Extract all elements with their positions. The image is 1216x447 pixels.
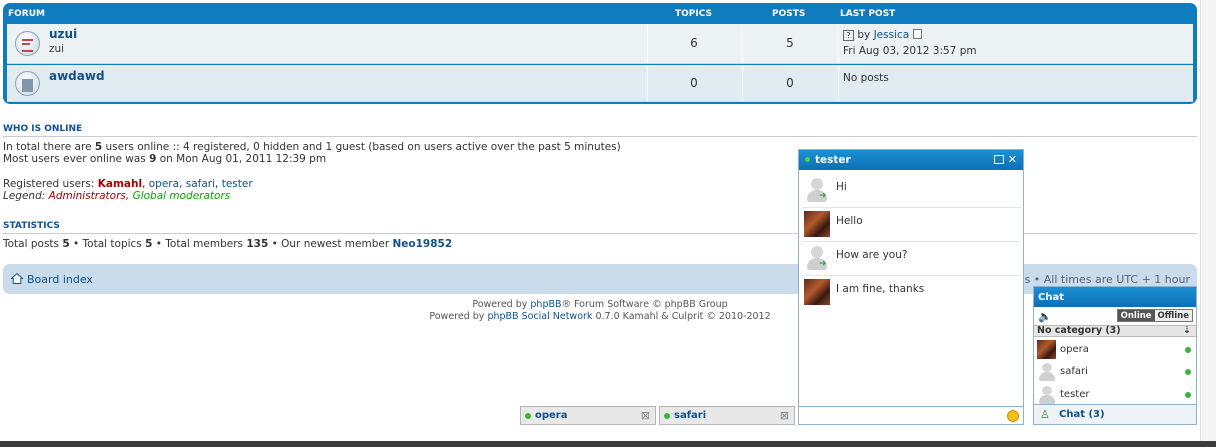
chat-window-user: tester	[815, 154, 851, 166]
close-icon[interactable]: ⊠	[641, 409, 650, 422]
default-avatar-icon: ➜	[806, 245, 828, 271]
home-icon	[11, 273, 23, 284]
statistics-title: STATISTICS	[3, 221, 60, 231]
status-toggle[interactable]: Online Offline	[1116, 309, 1193, 322]
forum-row: awdawd 0 0 No posts	[7, 65, 1193, 102]
chat-message-text: Hi	[836, 181, 847, 193]
last-post-date: Fri Aug 03, 2012 3:57 pm	[843, 45, 977, 57]
header-last-post: LAST POST	[840, 9, 896, 19]
chat-user-name: tester	[1060, 389, 1090, 400]
forum-row: uzui zui 6 5 ? by Jessica Fri Aug 03, 20…	[7, 24, 1193, 64]
chat-user-name: safari	[1060, 366, 1088, 377]
scrollbar[interactable]	[1200, 0, 1216, 441]
header-topics: TOPICS	[675, 9, 712, 19]
registered-users: Registered users: Kamahl, opera, safari,…	[3, 178, 253, 190]
online-status-icon	[805, 157, 810, 162]
chat-category[interactable]: No category (3) ⇣	[1034, 325, 1196, 337]
chat-message: ➜ Hi	[802, 174, 1021, 208]
online-toggle[interactable]: Online	[1117, 310, 1155, 321]
header-posts: POSTS	[772, 9, 806, 19]
users-icon: ♙	[1040, 408, 1050, 421]
user-link-kamahl[interactable]: Kamahl	[98, 178, 142, 190]
chat-sidebar-footer[interactable]: ♙ Chat (3)	[1034, 404, 1196, 424]
forum-title-link[interactable]: uzui	[49, 27, 77, 41]
header-forum: FORUM	[8, 9, 45, 19]
user-avatar	[804, 279, 830, 305]
default-avatar-icon	[1037, 362, 1056, 381]
online-record: Most users ever online was 9 on Mon Aug …	[3, 153, 327, 165]
chat-window-header[interactable]: tester ✕	[799, 150, 1023, 170]
chat-message: Hello	[802, 208, 1021, 242]
online-summary: In total there are 5 users online :: 4 r…	[3, 141, 621, 153]
chat-user-item[interactable]: opera	[1034, 339, 1196, 361]
forum-list: FORUM TOPICS POSTS LAST POST uzui zui 6 …	[3, 3, 1197, 104]
chat-tab-safari[interactable]: safari ⊠	[659, 406, 795, 425]
last-post-author-link[interactable]: Jessica	[874, 29, 910, 41]
user-avatar	[804, 211, 830, 237]
smiley-icon[interactable]	[1007, 410, 1019, 422]
chat-message: I am fine, thanks	[802, 276, 1021, 310]
phpbb-social-network-link[interactable]: phpBB Social Network	[487, 311, 592, 322]
online-status-icon	[1185, 347, 1191, 353]
forum-title-link[interactable]: awdawd	[49, 69, 105, 83]
chat-tab-opera[interactable]: opera ⊠	[520, 406, 656, 425]
close-icon[interactable]: ⊠	[780, 409, 789, 422]
chat-message-text: I am fine, thanks	[836, 283, 925, 295]
forum-unread-icon	[15, 31, 40, 56]
online-status-icon	[664, 413, 670, 419]
view-latest-post-icon[interactable]	[912, 29, 922, 39]
chat-user-item[interactable]: tester	[1034, 384, 1196, 406]
online-status-icon	[525, 413, 531, 419]
user-link-opera[interactable]: opera	[149, 178, 179, 190]
phpbb-link[interactable]: phpBB	[530, 299, 561, 310]
sound-icon[interactable]: 🔈	[1038, 310, 1052, 323]
newest-member-link[interactable]: Neo19852	[392, 238, 452, 250]
user-avatar	[1037, 340, 1056, 359]
user-link-safari[interactable]: safari	[186, 178, 215, 190]
chat-toolbar: 🔈 Online Offline	[1034, 308, 1196, 324]
chat-sidebar: Chat 🔈 Online Offline No category (3) ⇣ …	[1033, 286, 1197, 425]
forum-posts-count: 5	[786, 36, 794, 50]
legend: Legend: Administrators, Global moderator…	[3, 190, 231, 202]
who-is-online-title: WHO IS ONLINE	[3, 124, 83, 134]
collapse-icon[interactable]: ⇣	[1183, 326, 1191, 336]
chat-input[interactable]	[799, 406, 1023, 424]
statistics-line: Total posts 5 • Total topics 5 • Total m…	[3, 238, 453, 250]
last-post-topic-icon: ?	[843, 30, 854, 41]
chat-tab-name: safari	[674, 410, 707, 421]
legend-global-moderators[interactable]: Global moderators	[133, 190, 231, 202]
chat-message-text: How are you?	[836, 249, 908, 261]
forum-read-icon	[15, 71, 40, 96]
offline-toggle[interactable]: Offline	[1154, 310, 1192, 321]
forum-posts-count: 0	[786, 76, 794, 90]
chat-tab-name: opera	[535, 410, 568, 421]
chat-window: tester ✕ ➜ Hi Hello ➜ How are you? I am …	[798, 149, 1024, 425]
chat-user-name: opera	[1060, 344, 1089, 355]
legend-administrators[interactable]: Administrators	[49, 190, 126, 202]
popout-icon[interactable]	[993, 155, 1004, 164]
user-link-tester[interactable]: tester	[222, 178, 253, 190]
forum-topics-count: 0	[690, 76, 698, 90]
close-icon[interactable]: ✕	[1008, 153, 1017, 166]
chat-sidebar-title[interactable]: Chat	[1034, 287, 1196, 307]
chat-count: Chat (3)	[1059, 409, 1105, 420]
timezone-info: kies • All times are UTC + 1 hour	[1008, 273, 1190, 286]
forum-header: FORUM TOPICS POSTS LAST POST	[3, 3, 1197, 23]
chat-user-item[interactable]: safari	[1034, 361, 1196, 383]
chat-message: ➜ How are you?	[802, 242, 1021, 276]
online-status-icon	[1185, 392, 1191, 398]
chat-message-text: Hello	[836, 215, 863, 227]
board-index-link[interactable]: Board index	[27, 273, 93, 286]
forum-description: zui	[49, 43, 65, 55]
forum-topics-count: 6	[690, 36, 698, 50]
default-avatar-icon	[1037, 385, 1056, 404]
taskbar	[0, 441, 1216, 447]
last-post-none: No posts	[843, 72, 889, 84]
last-post-info: ? by Jessica	[843, 29, 922, 41]
online-status-icon	[1185, 369, 1191, 375]
default-avatar-icon: ➜	[806, 177, 828, 203]
